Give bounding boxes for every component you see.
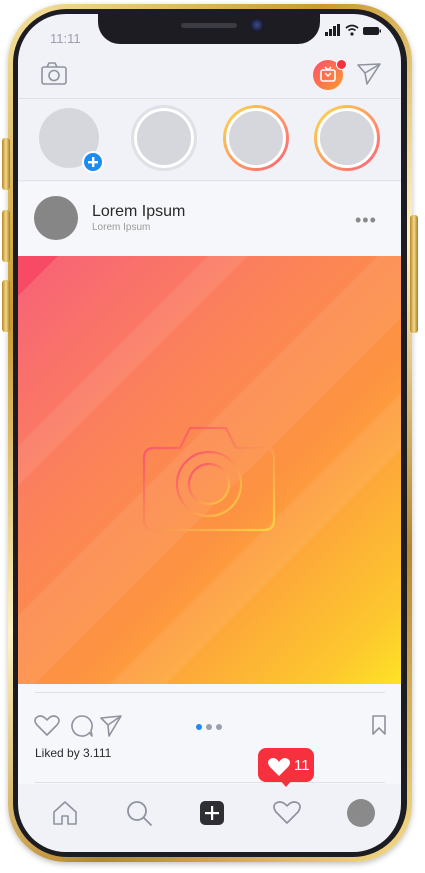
share-icon[interactable] [99,714,123,738]
speaker-grille [181,23,237,28]
carousel-dots [196,724,222,730]
post-user-name[interactable]: Lorem Ipsum [92,203,185,221]
heart-outline-icon[interactable] [34,715,60,737]
search-icon[interactable] [125,799,153,827]
more-options-icon[interactable]: ••• [355,210,377,231]
camera-outline-icon [142,426,276,532]
signal-icon [325,24,340,36]
mute-switch-left [2,280,10,332]
volume-button-left-2 [2,210,10,262]
comment-icon[interactable] [70,714,94,738]
profile-avatar[interactable] [347,799,375,827]
notification-count: 11 [294,757,310,774]
status-icons [325,24,381,36]
plus-glyph-icon [205,806,219,820]
notch [98,14,320,44]
heart-icon[interactable] [273,801,301,825]
story-item[interactable] [131,105,197,171]
wifi-icon [345,24,359,36]
status-time: 11:11 [50,31,81,46]
battery-icon [363,27,381,35]
volume-button-left-1 [2,138,10,190]
home-icon[interactable] [52,800,78,826]
carousel-dot [216,724,222,730]
likes-count[interactable]: Liked by 3.111 [35,746,111,760]
corner-accent [18,256,58,296]
story-item[interactable] [223,105,289,171]
igtv-badge-dot [336,59,347,70]
story-thumb [226,108,286,168]
camera-icon[interactable] [41,62,67,86]
divider [35,782,385,783]
story-item[interactable] [314,105,380,171]
plus-icon[interactable] [82,151,104,173]
avatar[interactable] [34,196,78,240]
bookmark-icon[interactable] [371,714,387,736]
plus-glyph-icon [88,157,98,167]
carousel-dot-active [196,724,202,730]
heart-filled-icon [268,758,290,776]
power-button-right [410,215,418,333]
divider [35,692,385,693]
carousel-dot [206,724,212,730]
paper-plane-icon[interactable] [356,62,382,86]
post-user-subtitle: Lorem Ipsum [92,222,151,233]
front-camera [250,18,264,32]
story-thumb [317,108,377,168]
top-bar [18,48,401,99]
add-post-icon[interactable] [200,801,224,825]
